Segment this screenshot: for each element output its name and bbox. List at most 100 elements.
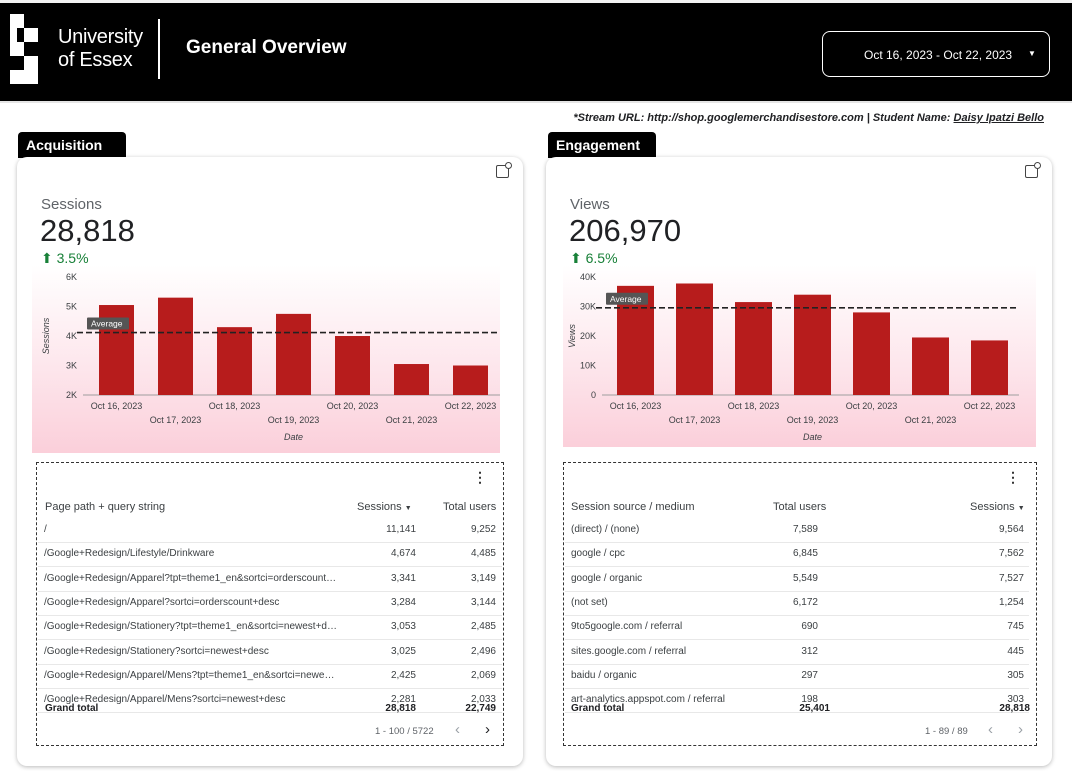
table-row[interactable]: sites.google.com / referral 312 445 bbox=[565, 641, 1029, 665]
date-range-picker[interactable]: Oct 16, 2023 - Oct 22, 2023 ▼ bbox=[822, 31, 1050, 77]
bar bbox=[794, 294, 831, 395]
bar bbox=[735, 302, 772, 395]
student-name-link[interactable]: Daisy Ipatzi Bello bbox=[954, 112, 1044, 124]
cell-total-users: 5,549 bbox=[792, 572, 818, 584]
explore-chart-icon[interactable] bbox=[496, 162, 512, 178]
cell-source-medium: 9to5google.com / referral bbox=[571, 621, 683, 633]
logo-line-1: University bbox=[58, 26, 143, 48]
cell-sessions: 305 bbox=[1007, 669, 1024, 681]
cell-total-users: 9,252 bbox=[470, 524, 496, 535]
y-tick-label: 30K bbox=[580, 302, 596, 312]
prev-page-icon[interactable]: ‹ bbox=[455, 721, 460, 738]
logo-line-2: of Essex bbox=[58, 49, 133, 71]
cell-total-users: 312 bbox=[801, 645, 818, 657]
table-row[interactable]: (not set) 6,172 1,254 bbox=[565, 592, 1029, 616]
x-tick-label: Oct 20, 2023 bbox=[846, 401, 898, 411]
table-row[interactable]: 9to5google.com / referral 690 745 bbox=[565, 616, 1029, 641]
cell-source-medium: sites.google.com / referral bbox=[571, 645, 687, 657]
cell-source-medium: google / organic bbox=[571, 572, 643, 584]
x-tick-label: Oct 18, 2023 bbox=[728, 401, 780, 411]
grand-total-label: Grand total bbox=[571, 703, 625, 714]
col-header-total-users[interactable]: Total users bbox=[443, 501, 496, 513]
sessions-delta-value: 3.5% bbox=[56, 250, 89, 266]
y-axis-title: Views bbox=[567, 324, 577, 348]
cell-total-users: 6,172 bbox=[792, 596, 818, 608]
cell-page-path: /Google+Redesign/Apparel/Mens?tpt=theme1… bbox=[44, 669, 335, 681]
grand-total-users: 25,401 bbox=[799, 703, 830, 714]
table-row[interactable]: baidu / organic 297 305 bbox=[565, 665, 1029, 689]
table-row[interactable]: /Google+Redesign/Apparel?sortci=ordersco… bbox=[38, 592, 502, 616]
cell-page-path: /Google+Redesign/Stationery?sortci=newes… bbox=[44, 645, 269, 657]
caret-down-icon: ▼ bbox=[1028, 49, 1036, 58]
cell-total-users: 4,485 bbox=[470, 548, 496, 560]
cell-total-users: 297 bbox=[801, 669, 818, 681]
next-page-icon[interactable]: › bbox=[1018, 721, 1023, 738]
cell-page-path: / bbox=[44, 524, 47, 535]
views-label: Views bbox=[570, 196, 610, 213]
table-row[interactable]: /Google+Redesign/Stationery?sortci=newes… bbox=[38, 641, 502, 665]
pagination-text: 1 - 89 / 89 bbox=[925, 726, 968, 737]
views-chart: 0 10K 20K 30K 40K Oct 16, 2023 Oct 17, 2023 Oct… bbox=[563, 265, 1036, 447]
table-row[interactable]: /Google+Redesign/Stationery?tpt=theme1_e… bbox=[38, 616, 502, 641]
logo-divider bbox=[158, 19, 160, 79]
explore-chart-icon[interactable] bbox=[1025, 162, 1041, 178]
average-label: Average bbox=[610, 294, 642, 304]
views-value: 206,970 bbox=[569, 213, 682, 248]
col-header-total-users[interactable]: Total users bbox=[773, 501, 826, 513]
average-label: Average bbox=[91, 319, 123, 329]
grand-total-label: Grand total bbox=[45, 703, 99, 714]
grand-total-sessions: 28,818 bbox=[999, 703, 1030, 714]
cell-total-users: 6,845 bbox=[792, 548, 818, 560]
table-row[interactable]: /Google+Redesign/Apparel?tpt=theme1_en&s… bbox=[38, 568, 502, 592]
table-row[interactable]: google / organic 5,549 7,527 bbox=[565, 568, 1029, 592]
y-tick-label: 4K bbox=[66, 331, 77, 341]
bar bbox=[217, 327, 252, 395]
x-tick-label: Oct 18, 2023 bbox=[209, 401, 261, 411]
page-title: General Overview bbox=[186, 37, 347, 58]
stream-url-text: *Stream URL: http://shop.googlemerchandi… bbox=[573, 112, 954, 124]
col-header-source-medium[interactable]: Session source / medium bbox=[571, 501, 695, 513]
next-page-icon[interactable]: › bbox=[485, 721, 490, 738]
pagination-text: 1 - 100 / 5722 bbox=[375, 726, 434, 737]
cell-source-medium: (not set) bbox=[571, 596, 608, 608]
col-header-sessions[interactable]: Sessions ▼ bbox=[357, 501, 412, 513]
x-tick-label: Oct 22, 2023 bbox=[445, 401, 497, 411]
more-vert-icon[interactable]: ⋮ bbox=[473, 469, 487, 486]
x-tick-label: Oct 22, 2023 bbox=[964, 401, 1016, 411]
y-tick-label: 0 bbox=[591, 390, 596, 400]
y-tick-label: 3K bbox=[66, 361, 77, 371]
more-vert-icon[interactable]: ⋮ bbox=[1006, 469, 1020, 486]
prev-page-icon[interactable]: ‹ bbox=[988, 721, 993, 738]
page-path-table: ⋮ Page path + query string Sessions ▼ To… bbox=[36, 462, 504, 746]
cell-sessions: 3,025 bbox=[390, 645, 416, 657]
bar bbox=[676, 283, 713, 395]
table-row[interactable]: / 11,141 9,252 bbox=[38, 519, 502, 543]
table-row[interactable]: (direct) / (none) 7,589 9,564 bbox=[565, 519, 1029, 543]
cell-total-users: 2,069 bbox=[470, 669, 496, 681]
x-tick-label: Oct 21, 2023 bbox=[905, 415, 957, 425]
table-row[interactable]: /Google+Redesign/Apparel/Mens?tpt=theme1… bbox=[38, 665, 502, 689]
cell-sessions: 11,141 bbox=[386, 524, 416, 535]
col-header-sessions[interactable]: Sessions ▼ bbox=[970, 501, 1025, 513]
y-tick-label: 2K bbox=[66, 390, 77, 400]
stream-info: *Stream URL: http://shop.googlemerchandi… bbox=[573, 112, 1044, 124]
y-tick-label: 20K bbox=[580, 331, 596, 341]
bar bbox=[912, 337, 949, 395]
bar bbox=[394, 364, 429, 395]
y-tick-label: 6K bbox=[66, 272, 77, 282]
x-tick-label: Oct 16, 2023 bbox=[610, 401, 662, 411]
cell-total-users: 2,496 bbox=[470, 645, 496, 657]
col-header-page-path[interactable]: Page path + query string bbox=[45, 501, 165, 513]
bar bbox=[335, 336, 370, 395]
x-tick-label: Oct 17, 2023 bbox=[150, 415, 202, 425]
cell-sessions: 2,425 bbox=[390, 669, 416, 681]
university-logo-icon bbox=[10, 14, 38, 84]
x-axis-title: Date bbox=[284, 432, 303, 442]
cell-sessions: 7,562 bbox=[998, 548, 1024, 560]
cell-page-path: /Google+Redesign/Lifestyle/Drinkware bbox=[44, 548, 215, 560]
table-row[interactable]: google / cpc 6,845 7,562 bbox=[565, 543, 1029, 568]
table-row[interactable]: /Google+Redesign/Lifestyle/Drinkware 4,67… bbox=[38, 543, 502, 568]
arrow-up-icon: ⬆ bbox=[570, 250, 582, 266]
cell-total-users: 690 bbox=[801, 621, 818, 633]
cell-sessions: 3,284 bbox=[390, 596, 416, 608]
